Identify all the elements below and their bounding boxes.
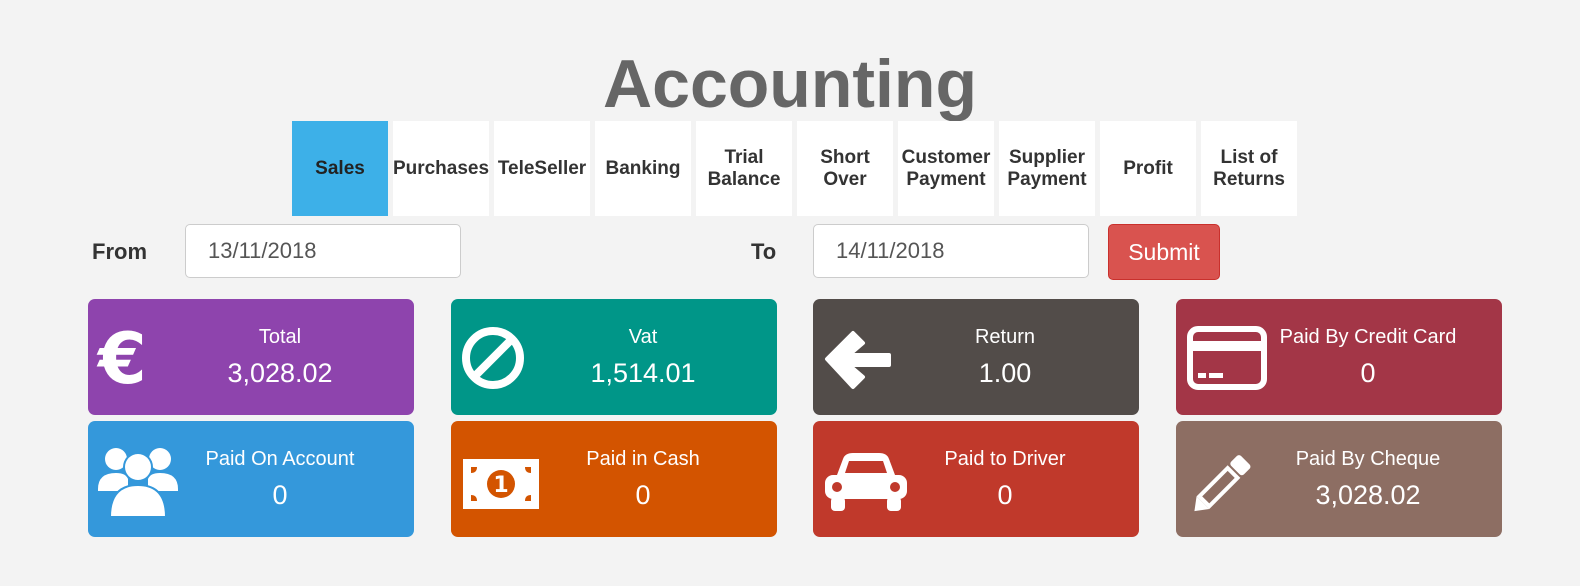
- return-card: Return 1.00: [813, 299, 1139, 415]
- paid-in-cash-value: 0: [635, 480, 651, 510]
- tab-customer-payment[interactable]: Customer Payment: [898, 121, 994, 216]
- tab-trial-balance[interactable]: Trial Balance: [696, 121, 792, 216]
- paid-on-account-label: Paid On Account: [205, 448, 355, 470]
- svg-text:1: 1: [493, 473, 508, 498]
- paid-to-driver-value: 0: [997, 480, 1013, 510]
- credit-card-value: 0: [1360, 358, 1376, 388]
- vat-card: Vat 1,514.01: [451, 299, 777, 415]
- tab-sales[interactable]: Sales: [292, 121, 388, 216]
- paid-by-cheque-value: 3,028.02: [1315, 480, 1421, 510]
- euro-icon: €: [96, 318, 176, 400]
- paid-in-cash-card: 1 Paid in Cash 0: [451, 421, 777, 537]
- tab-supplier-payment[interactable]: Supplier Payment: [999, 121, 1095, 216]
- car-icon: [821, 449, 907, 511]
- tab-profit[interactable]: Profit: [1100, 121, 1196, 216]
- tab-list-of-returns[interactable]: List of Returns: [1201, 121, 1297, 216]
- paid-on-account-card: Paid On Account 0: [88, 421, 414, 537]
- paid-in-cash-label: Paid in Cash: [586, 448, 700, 470]
- return-label: Return: [974, 326, 1036, 348]
- tab-teleseller[interactable]: TeleSeller: [494, 121, 590, 216]
- paid-on-account-value: 0: [272, 480, 288, 510]
- svg-text:€: €: [96, 323, 147, 393]
- to-label: To: [751, 239, 777, 264]
- submit-button[interactable]: Submit: [1108, 224, 1220, 280]
- money-icon: 1: [459, 449, 539, 511]
- return-value: 1.00: [978, 358, 1032, 388]
- total-value: 3,028.02: [227, 358, 333, 388]
- to-date-input[interactable]: [813, 224, 1089, 278]
- credit-card-label: Paid By Credit Card: [1279, 326, 1457, 348]
- tab-purchases[interactable]: Purchases: [393, 121, 489, 216]
- paid-to-driver-label: Paid to Driver: [944, 448, 1066, 470]
- tab-short-over[interactable]: Short Over: [797, 121, 893, 216]
- credit-card-icon: [1184, 326, 1267, 390]
- total-card: € Total 3,028.02: [88, 299, 414, 415]
- vat-label: Vat: [628, 326, 658, 348]
- paid-by-cheque-card: Paid By Cheque 3,028.02: [1176, 421, 1502, 537]
- arrow-left-icon: [821, 327, 901, 389]
- paid-to-driver-card: Paid to Driver 0: [813, 421, 1139, 537]
- vat-value: 1,514.01: [590, 358, 696, 388]
- tab-banking[interactable]: Banking: [595, 121, 691, 216]
- page-title: Accounting: [603, 46, 977, 122]
- total-label: Total: [258, 326, 302, 348]
- from-date-input[interactable]: [185, 224, 461, 278]
- ban-icon: [459, 327, 539, 389]
- paid-by-cheque-label: Paid By Cheque: [1295, 448, 1441, 470]
- pencil-icon: [1184, 449, 1264, 512]
- from-label: From: [92, 239, 147, 264]
- users-icon: [96, 448, 178, 518]
- credit-card-card: Paid By Credit Card 0: [1176, 299, 1502, 415]
